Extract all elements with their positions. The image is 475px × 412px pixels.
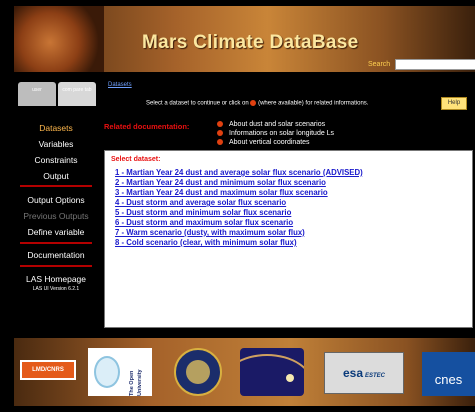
header-banner: Mars Climate DataBase Search Go: [14, 6, 475, 72]
dataset-link-6[interactable]: 6 - Dust storm and maximum solar flux sc…: [115, 218, 363, 228]
dataset-link-4[interactable]: 4 - Dust storm and average solar flux sc…: [115, 198, 363, 208]
oxford-crest: [186, 360, 210, 384]
instruction-after: (where available) for related informatio…: [258, 100, 369, 107]
related-link-solar-longitude[interactable]: Informations on solar longitude Ls: [229, 130, 334, 137]
related-link-dust-solar[interactable]: About dust and solar scenarios: [229, 121, 325, 128]
footer-logo-bar: LMD/CNRS The Open University esa ESTEC cn…: [14, 338, 475, 406]
dataset-link-8[interactable]: 8 - Cold scenario (clear, with minimum s…: [115, 238, 363, 248]
dataset-link-2[interactable]: 2 - Martian Year 24 dust and minimum sol…: [115, 178, 363, 188]
open-university-emblem: [94, 356, 120, 388]
info-icon: [217, 130, 223, 137]
las-version: LAS UI Version 6.2.1: [32, 286, 80, 292]
search-label: Search: [368, 61, 391, 68]
nav-item-output[interactable]: Output: [14, 171, 98, 181]
nav-divider: [20, 242, 92, 244]
nav-item-constraints[interactable]: Constraints: [14, 155, 98, 165]
nav-divider: [20, 265, 92, 267]
instructions-area: Datasets Select a dataset to continue or…: [100, 78, 475, 148]
nav-item-datasets[interactable]: Datasets: [14, 123, 98, 133]
mars-planet-image: [14, 6, 104, 72]
dataset-link-3[interactable]: 3 - Martian Year 24 dust and maximum sol…: [115, 188, 363, 198]
nav-item-define-variable[interactable]: Define variable: [14, 227, 98, 237]
info-icon: [217, 121, 223, 128]
dataset-selection-box: Select dataset: 1 - Martian Year 24 dust…: [104, 150, 473, 328]
nav-item-variables[interactable]: Variables: [14, 139, 98, 149]
dataset-link-5[interactable]: 5 - Dust storm and minimum solar flux sc…: [115, 208, 363, 218]
lmd-cnrs-logo[interactable]: LMD/CNRS: [20, 360, 76, 380]
nav-divider: [20, 185, 92, 187]
breadcrumb-datasets[interactable]: Datasets: [108, 82, 132, 88]
orbit-logo[interactable]: [240, 348, 304, 396]
nav-item-previous-outputs: Previous Outputs: [23, 211, 89, 221]
esa-text: esa: [342, 366, 363, 380]
page-title: Mars Climate DataBase: [142, 32, 359, 53]
instruction-text: Select a dataset to continue or click on…: [146, 100, 368, 107]
search-input[interactable]: [395, 59, 475, 70]
dataset-link-7[interactable]: 7 - Warm scenario (dusty, with maximum s…: [115, 228, 363, 238]
nav-item-documentation[interactable]: Documentation: [14, 250, 98, 260]
left-nav: user com pare tab Datasets Variables Con…: [14, 78, 98, 334]
esa-estec-logo[interactable]: esa ESTEC: [324, 352, 404, 394]
instruction-before: Select a dataset to continue or click on: [146, 100, 249, 107]
related-documentation-title: Related documentation:: [104, 122, 190, 131]
oxford-university-logo[interactable]: [174, 348, 222, 396]
nav-item-output-options[interactable]: Output Options: [14, 195, 98, 205]
info-icon: [217, 139, 223, 146]
open-university-logo[interactable]: The Open University: [88, 348, 152, 396]
help-button[interactable]: Help: [441, 97, 467, 110]
related-link-vertical-coordinates[interactable]: About vertical coordinates: [229, 139, 310, 146]
related-documentation-list: About dust and solar scenarios Informati…: [217, 120, 334, 147]
dataset-list: 1 - Martian Year 24 dust and average sol…: [115, 168, 363, 248]
tab-compare[interactable]: com pare tab: [58, 82, 96, 106]
planet-dot: [286, 374, 294, 382]
dataset-link-1[interactable]: 1 - Martian Year 24 dust and average sol…: [115, 168, 363, 178]
info-icon: [250, 100, 257, 106]
nav-tabs: user com pare tab: [18, 82, 96, 106]
estec-text: ESTEC: [365, 373, 386, 379]
tab-user[interactable]: user: [18, 82, 56, 106]
browser-frame: Mars Climate DataBase Search Go user com…: [0, 0, 475, 412]
open-university-name: The Open University: [129, 369, 143, 396]
nav-item-las-homepage[interactable]: LAS Homepage: [14, 274, 98, 284]
main-panel: Datasets Select a dataset to continue or…: [100, 78, 475, 336]
select-dataset-title: Select dataset:: [111, 156, 161, 163]
cnes-logo[interactable]: cnes: [422, 352, 475, 396]
orbit-arc: [240, 354, 304, 396]
